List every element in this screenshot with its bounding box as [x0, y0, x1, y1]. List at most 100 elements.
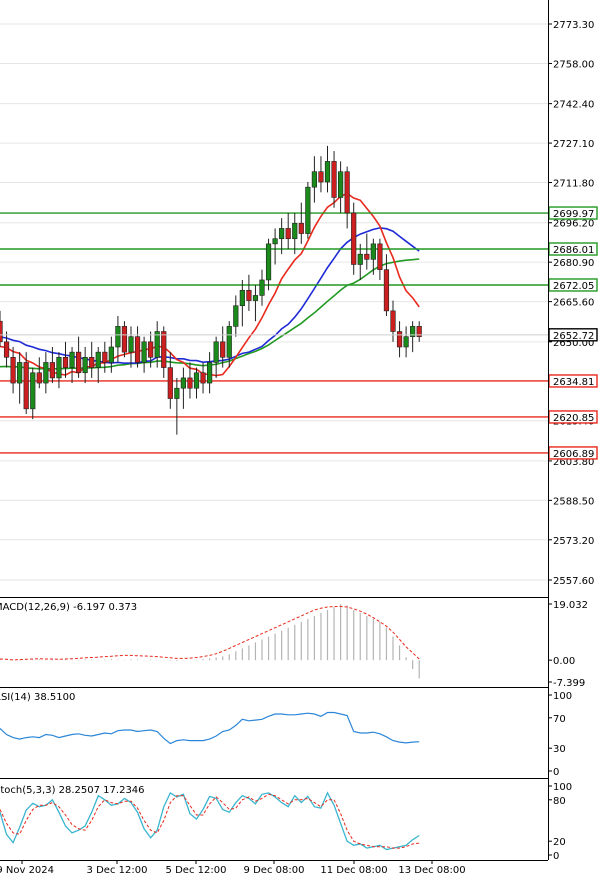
candle-bear	[134, 336, 141, 363]
level-label: 2686.01	[553, 245, 594, 256]
macd-label: MACD(12,26,9) -6.197 0.373	[0, 602, 137, 613]
candle-bull	[357, 253, 363, 265]
price-levels	[0, 212, 548, 454]
level-label: 2699.97	[553, 209, 594, 220]
candles	[0, 145, 422, 435]
candle-bull	[43, 362, 49, 384]
candle-bull	[265, 243, 272, 281]
candle-bear	[318, 171, 324, 183]
price-axis-label: 2557.60	[553, 576, 594, 587]
macd-signal-line	[0, 606, 420, 661]
candle-bear	[3, 341, 10, 358]
price-axis-label: 2758.00	[553, 59, 594, 70]
candle-bear	[383, 269, 390, 312]
level-label: 2606.89	[553, 449, 594, 460]
candle-bull	[213, 341, 219, 363]
candle-bull	[337, 171, 344, 198]
stoch-axis-label: 80	[553, 796, 566, 807]
candle-bull	[180, 377, 187, 389]
candle-bear	[76, 351, 82, 374]
candle-bear	[23, 362, 29, 410]
price-axis-label: 2680.90	[553, 258, 594, 269]
stoch-k-line	[0, 791, 420, 851]
candle-bear	[344, 171, 350, 214]
candle-bull	[154, 331, 160, 358]
time-axis-label: 5 Dec 12:00	[166, 865, 227, 875]
candle-bull	[252, 295, 259, 301]
candle-bull	[128, 336, 134, 353]
rsi-line	[0, 711, 420, 745]
price-axis-label: 2665.60	[553, 298, 594, 309]
candle-bull	[207, 362, 213, 384]
candle-bear	[148, 341, 154, 358]
price-axis-label: 2573.20	[553, 536, 594, 547]
candle-bear	[396, 331, 403, 348]
price-panel: 2773.30 2758.00 2742.40 2727.10 2711.80 2696.…	[0, 20, 598, 587]
right-axis-border	[0, 0, 549, 861]
price-axis-label: 2742.40	[553, 100, 594, 111]
time-axis-label: 11 Dec 08:00	[320, 865, 387, 875]
candle-bear	[49, 362, 55, 379]
candle-bear	[102, 351, 108, 363]
current-price-label: 2652.72	[553, 331, 594, 342]
candle-bull	[82, 356, 88, 374]
macd-panel: MACD(12,26,9) -6.197 0.373 19.032 0.00 -7.…	[0, 600, 588, 689]
candle-bull	[141, 341, 147, 363]
candle-bull	[292, 222, 298, 240]
candle-bull	[239, 289, 245, 307]
price-axis-label: 2588.50	[553, 496, 594, 507]
candle-bull	[259, 279, 265, 296]
candle-bear	[364, 253, 370, 260]
rsi-axis-label: 0	[553, 767, 559, 778]
candle-bear	[89, 356, 95, 368]
candle-bear	[62, 356, 69, 368]
candle-bull	[17, 362, 23, 384]
stoch-panel: Stoch(5,3,3) 28.2507 17.2346 100 80 20 0	[0, 782, 572, 862]
rsi-axis-label: 70	[553, 714, 566, 725]
candle-bull	[108, 346, 114, 363]
candle-bull	[370, 243, 376, 260]
candle-bull	[305, 186, 311, 234]
candle-bear	[0, 320, 3, 343]
time-axis-label: 3 Dec 12:00	[87, 865, 148, 875]
candle-bull	[311, 171, 318, 188]
candle-bull	[56, 356, 62, 379]
candle-bear	[390, 310, 396, 332]
candle-bear	[220, 341, 226, 358]
time-axis: 29 Nov 2024 3 Dec 12:00 5 Dec 12:00 9 Dec 0…	[0, 860, 466, 875]
stoch-axis-label: 100	[553, 782, 572, 793]
time-axis-label: 9 Dec 08:00	[244, 865, 305, 875]
candle-bull	[272, 238, 278, 245]
candle-bull	[174, 387, 180, 399]
price-axis-label: 2727.10	[553, 139, 594, 150]
price-grid	[0, 23, 548, 581]
macd-axis-label: -7.399	[553, 678, 585, 689]
time-axis-label: 29 Nov 2024	[0, 865, 54, 875]
price-axis-label: 2773.30	[553, 20, 594, 31]
rsi-panel: RSI(14) 38.5100 100 70 30 0	[0, 691, 572, 778]
price-axis: 2773.30 2758.00 2742.40 2727.10 2711.80 2696.…	[548, 20, 594, 587]
level-label: 2672.05	[553, 281, 594, 292]
level-label: 2620.85	[553, 413, 594, 424]
candle-bear	[36, 372, 42, 384]
candle-bear	[377, 243, 383, 270]
price-axis-label: 2696.20	[553, 219, 594, 230]
candle-bear	[187, 377, 193, 389]
candle-bull	[324, 161, 331, 183]
stoch-axis-label: 0	[553, 851, 559, 862]
candle-bear	[121, 326, 128, 353]
candle-bull	[233, 305, 239, 327]
candle-bull	[69, 351, 75, 368]
candle-bear	[10, 356, 16, 384]
level-label: 2634.81	[553, 377, 594, 388]
rsi-axis-label: 30	[553, 744, 566, 755]
candle-bear	[200, 372, 206, 384]
candle-bull	[95, 351, 101, 368]
stoch-axis-label: 20	[553, 837, 566, 848]
candle-bear	[298, 222, 304, 234]
ma-mid-line	[0, 227, 420, 365]
rsi-label: RSI(14) 38.5100	[0, 692, 75, 703]
time-axis-label: 13 Dec 08:00	[398, 865, 465, 875]
stoch-label: Stoch(5,3,3) 28.2507 17.2346	[0, 785, 145, 796]
candle-bull	[403, 336, 409, 348]
